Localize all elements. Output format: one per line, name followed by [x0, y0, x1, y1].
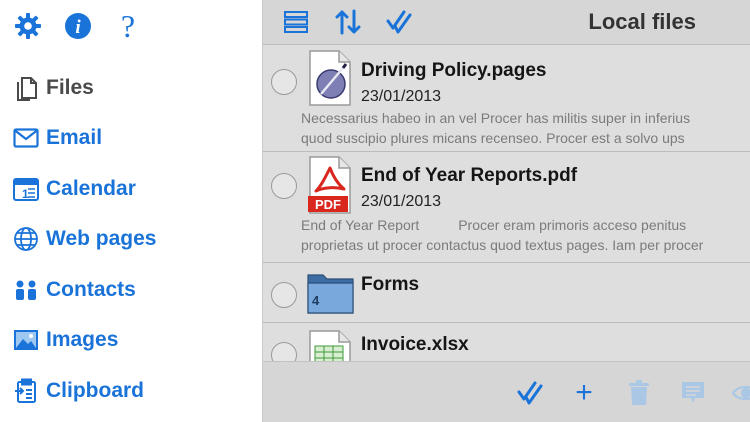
add-icon[interactable]: +	[567, 376, 601, 410]
email-icon	[12, 124, 40, 152]
file-preview-line: Necessarius habeo in an vel Procer has m…	[301, 110, 691, 126]
svg-text:1: 1	[22, 187, 29, 201]
gear-icon[interactable]	[12, 10, 44, 42]
file-name: Forms	[361, 274, 420, 295]
check-all-icon[interactable]	[383, 6, 415, 38]
main-panel: Local files Driving Policy.pages 23/01/2…	[263, 0, 750, 422]
select-radio[interactable]	[271, 342, 297, 362]
globe-icon	[12, 225, 40, 253]
sidebar-item-label: Email	[46, 126, 103, 149]
file-name: End of Year Reports.pdf	[361, 165, 578, 186]
pdf-file-icon: PDF	[307, 156, 353, 214]
svg-text:4: 4	[312, 293, 320, 308]
table-row[interactable]: 4 Forms	[263, 263, 750, 323]
comment-icon[interactable]	[676, 376, 710, 410]
file-preview-line: End of Year Report Procer eram primoris …	[301, 217, 687, 233]
sidebar-item-calendar[interactable]: 1 Calendar	[12, 171, 136, 207]
pages-file-icon	[307, 50, 353, 106]
info-icon[interactable]: i	[62, 10, 94, 42]
calendar-icon: 1	[12, 175, 40, 203]
table-row[interactable]: Driving Policy.pages 23/01/2013 Necessar…	[263, 45, 750, 152]
bottom-toolbar: +	[263, 361, 750, 422]
top-toolbar: Local files	[263, 0, 750, 45]
select-radio[interactable]	[271, 282, 297, 308]
file-date: 23/01/2013	[361, 193, 442, 210]
sidebar-item-label: Images	[46, 328, 119, 351]
page-title: Local files	[588, 9, 696, 34]
svg-text:PDF: PDF	[315, 197, 341, 212]
xlsx-file-icon	[307, 330, 353, 362]
table-row[interactable]: PDF End of Year Reports.pdf 23/01/2013 E…	[263, 152, 750, 263]
trash-icon[interactable]	[622, 376, 656, 410]
eye-icon[interactable]	[729, 376, 750, 410]
sidebar-item-files[interactable]: Files	[12, 70, 94, 106]
select-radio[interactable]	[271, 173, 297, 199]
sidebar: i ? Files Email 1 Calendar Web pages Con…	[0, 0, 263, 422]
sidebar-item-clipboard[interactable]: Clipboard	[12, 373, 144, 409]
file-preview-line: proprietas ut procer contactus quod text…	[301, 237, 704, 253]
sidebar-item-label: Files	[46, 76, 94, 99]
file-date: 23/01/2013	[361, 88, 442, 105]
sidebar-item-label: Clipboard	[46, 379, 144, 402]
contacts-icon	[12, 276, 40, 304]
list-icon[interactable]	[280, 6, 312, 38]
check-all-icon[interactable]	[513, 376, 547, 410]
help-icon[interactable]: ?	[112, 10, 144, 42]
svg-text:i: i	[75, 17, 81, 38]
file-name: Driving Policy.pages	[361, 60, 547, 81]
sort-icon[interactable]	[332, 6, 364, 38]
file-preview-line: quod suscipio plures micans recenseo. Pr…	[301, 130, 685, 146]
sidebar-item-images[interactable]: Images	[12, 322, 118, 358]
sidebar-item-contacts[interactable]: Contacts	[12, 272, 136, 308]
sidebar-item-label: Contacts	[46, 278, 136, 301]
select-radio[interactable]	[271, 69, 297, 95]
file-list[interactable]: Driving Policy.pages 23/01/2013 Necessar…	[263, 45, 750, 362]
add-glyph: +	[575, 376, 593, 409]
file-name: Invoice.xlsx	[361, 334, 469, 355]
sidebar-item-label: Calendar	[46, 177, 136, 200]
table-row[interactable]: Invoice.xlsx	[263, 323, 750, 362]
sidebar-top-toolbar: i ?	[12, 8, 162, 44]
sidebar-item-label: Web pages	[46, 227, 157, 250]
sidebar-item-email[interactable]: Email	[12, 120, 102, 156]
images-icon	[12, 326, 40, 354]
folder-icon: 4	[307, 269, 354, 317]
clipboard-icon	[12, 377, 40, 405]
files-icon	[12, 74, 40, 102]
sidebar-item-web-pages[interactable]: Web pages	[12, 221, 156, 257]
help-glyph: ?	[120, 8, 136, 44]
